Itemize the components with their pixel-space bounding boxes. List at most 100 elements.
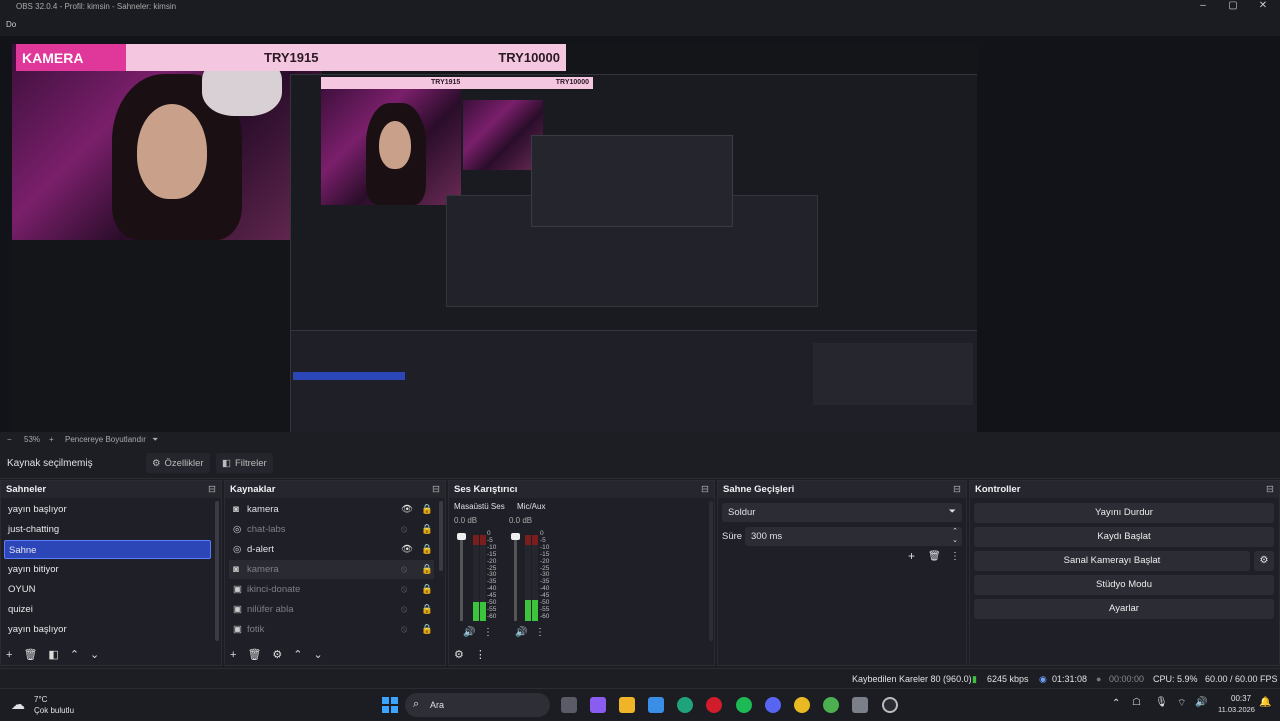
eye-icon[interactable]: 👁 bbox=[401, 500, 413, 519]
chevron-up-icon[interactable]: ⌃ bbox=[70, 649, 79, 661]
network-icon[interactable]: ☖ bbox=[1132, 697, 1141, 708]
edge-icon[interactable] bbox=[677, 697, 693, 713]
scene-item[interactable]: yayın bitiyor bbox=[4, 560, 211, 579]
more-icon[interactable]: ⋮ bbox=[475, 649, 486, 661]
clock-time[interactable]: 00:37 bbox=[1231, 694, 1251, 703]
lock-icon[interactable]: 🔒 bbox=[421, 620, 433, 639]
clock-date[interactable]: 11.03.2026 bbox=[1218, 705, 1255, 714]
more-icon[interactable]: ⋮ bbox=[535, 627, 545, 638]
task-view-icon[interactable] bbox=[561, 697, 577, 713]
scene-item[interactable]: yayın başlıyor bbox=[4, 620, 211, 639]
popout-icon[interactable]: ⊟ bbox=[1266, 481, 1274, 498]
more-icon[interactable]: ⋮ bbox=[950, 551, 960, 562]
popout-icon[interactable]: ⊟ bbox=[432, 481, 440, 498]
slider-handle[interactable] bbox=[511, 533, 520, 540]
popout-icon[interactable]: ⊟ bbox=[953, 481, 961, 498]
close-button[interactable]: ✕ bbox=[1248, 0, 1278, 11]
eye-off-icon[interactable]: ⦸ bbox=[401, 520, 407, 539]
settings-button[interactable]: Ayarlar bbox=[974, 599, 1274, 619]
slider-handle[interactable] bbox=[457, 533, 466, 540]
file-explorer-icon[interactable] bbox=[619, 697, 635, 713]
filters-button[interactable]: ◧ Filtreler bbox=[216, 453, 273, 473]
source-item[interactable]: ◎ chat-labs ⦸ 🔒 bbox=[229, 520, 434, 539]
opera-icon[interactable] bbox=[706, 697, 722, 713]
zoom-in-button[interactable]: + bbox=[49, 435, 54, 444]
eye-icon[interactable]: 👁 bbox=[401, 540, 413, 559]
lock-icon[interactable]: 🔒 bbox=[421, 540, 433, 559]
minimize-button[interactable]: – bbox=[1188, 0, 1218, 11]
mixer-settings-icon[interactable]: ⚙ bbox=[454, 649, 464, 661]
eye-off-icon[interactable]: ⦸ bbox=[401, 580, 407, 599]
add-icon[interactable]: + bbox=[908, 549, 915, 563]
eye-off-icon[interactable]: ⦸ bbox=[401, 600, 407, 619]
stop-streaming-button[interactable]: Yayını Durdur bbox=[974, 503, 1274, 523]
discord-icon[interactable] bbox=[765, 697, 781, 713]
lock-icon[interactable]: 🔒 bbox=[421, 580, 433, 599]
source-item-hover[interactable]: ◙ kamera ⦸ 🔒 bbox=[229, 560, 434, 579]
chevron-down-icon[interactable]: ⌄ bbox=[314, 649, 323, 661]
filter-icon[interactable]: ◧ bbox=[48, 649, 58, 661]
trash-icon[interactable]: 🗑 bbox=[928, 551, 941, 562]
gear-icon[interactable]: ⚙ bbox=[272, 649, 282, 661]
popout-icon[interactable]: ⊟ bbox=[701, 481, 709, 498]
source-item[interactable]: ▣ nilüfer abla ⦸ 🔒 bbox=[229, 600, 434, 619]
chrome-profile-icon[interactable] bbox=[823, 697, 839, 713]
scene-item[interactable]: quizei bbox=[4, 600, 211, 619]
transition-select[interactable]: Soldur ⏷ bbox=[722, 503, 962, 522]
taskbar-search[interactable]: ⌕ Ara bbox=[405, 693, 550, 717]
more-icon[interactable]: ⋮ bbox=[483, 627, 493, 638]
obs-icon[interactable] bbox=[882, 697, 898, 713]
windows-start-icon[interactable] bbox=[382, 697, 398, 713]
speaker-icon[interactable]: 🔊 bbox=[463, 627, 475, 638]
weather-icon[interactable]: ☁ bbox=[11, 696, 25, 713]
start-recording-button[interactable]: Kaydı Başlat bbox=[974, 527, 1274, 547]
mixer-scrollbar[interactable] bbox=[709, 501, 713, 641]
volume-slider[interactable] bbox=[511, 533, 520, 621]
chevron-up-icon[interactable]: ⌃ bbox=[293, 649, 302, 661]
chevron-down-icon[interactable]: ⌄ bbox=[90, 649, 99, 661]
notification-icon[interactable]: 🔔 bbox=[1259, 697, 1271, 708]
start-virtual-camera-button[interactable]: Sanal Kamerayı Başlat bbox=[974, 551, 1250, 571]
microphone-icon[interactable]: 🎙 bbox=[1155, 697, 1168, 708]
chevron-down-icon[interactable]: ⏷ bbox=[152, 435, 158, 445]
eye-off-icon[interactable]: ⦸ bbox=[401, 620, 407, 639]
popout-icon[interactable]: ⊟ bbox=[208, 481, 216, 498]
lock-icon[interactable]: 🔒 bbox=[421, 560, 433, 579]
app-icon[interactable] bbox=[852, 697, 868, 713]
add-icon[interactable]: + bbox=[230, 649, 236, 661]
add-icon[interactable]: + bbox=[6, 649, 12, 661]
fit-window-dropdown[interactable]: Pencereye Boyutlandır bbox=[65, 435, 146, 444]
scene-item-selected[interactable]: Sahne bbox=[4, 540, 211, 559]
trash-icon[interactable]: 🗑 bbox=[247, 649, 261, 661]
zoom-out-button[interactable]: − bbox=[7, 435, 12, 444]
sources-scrollbar[interactable] bbox=[439, 501, 443, 571]
source-item[interactable]: ▣ fotik ⦸ 🔒 bbox=[229, 620, 434, 639]
studio-mode-button[interactable]: Stüdyo Modu bbox=[974, 575, 1274, 595]
lock-icon[interactable]: 🔒 bbox=[421, 520, 433, 539]
speaker-icon[interactable]: 🔊 bbox=[515, 627, 527, 638]
scene-item[interactable]: yayın başlıyor bbox=[4, 500, 211, 519]
lock-icon[interactable]: 🔒 bbox=[421, 500, 433, 519]
chevron-down-icon[interactable]: ⌄ bbox=[952, 536, 958, 544]
trash-icon[interactable]: 🗑 bbox=[23, 649, 37, 661]
chevron-up-icon[interactable]: ⌃ bbox=[1112, 698, 1120, 709]
volume-icon[interactable]: 🔊 bbox=[1195, 697, 1207, 708]
scenes-scrollbar[interactable] bbox=[215, 501, 219, 641]
lock-icon[interactable]: 🔒 bbox=[421, 600, 433, 619]
menu-item-docks[interactable]: Do bbox=[6, 20, 16, 29]
duration-input[interactable]: 300 ms ⌃ ⌄ bbox=[745, 527, 962, 546]
chevron-up-icon[interactable]: ⌃ bbox=[952, 527, 958, 535]
chrome-icon[interactable] bbox=[794, 697, 810, 713]
copilot-icon[interactable] bbox=[590, 697, 606, 713]
spotify-icon[interactable] bbox=[736, 697, 752, 713]
store-icon[interactable] bbox=[648, 697, 664, 713]
maximize-button[interactable]: ▢ bbox=[1218, 0, 1248, 11]
source-item[interactable]: ◙ kamera 👁 🔒 bbox=[229, 500, 434, 519]
preview-area[interactable]: KAMERA TRY1915 TRY10000 TRY1915 TRY10000 bbox=[0, 36, 1280, 468]
gear-icon[interactable]: ⚙ bbox=[1254, 551, 1274, 571]
volume-slider[interactable] bbox=[457, 533, 466, 621]
source-item[interactable]: ◎ d-alert 👁 🔒 bbox=[229, 540, 434, 559]
scene-item[interactable]: OYUN bbox=[4, 580, 211, 599]
source-item[interactable]: ▣ ikinci-donate ⦸ 🔒 bbox=[229, 580, 434, 599]
scene-item[interactable]: just-chatting bbox=[4, 520, 211, 539]
